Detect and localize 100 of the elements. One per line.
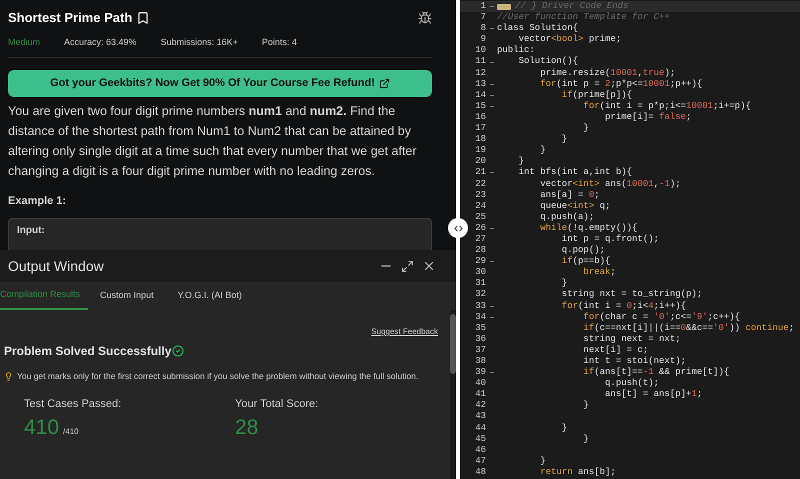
fold-marker-icon[interactable]	[490, 372, 494, 374]
code-line: string next = nxt;	[582, 334, 681, 345]
code-line: for(int i = p*p;i<=10001;i+=p){	[582, 100, 751, 112]
code-line: ans[t] = ans[p]+1;	[604, 389, 702, 400]
code-line: prime[i]= false;	[604, 112, 692, 124]
stat-label: Your Total Score:	[235, 397, 320, 412]
line-number: 7	[480, 12, 486, 24]
line-number: 10	[474, 45, 486, 56]
check-circle-icon	[172, 345, 184, 357]
problem-stat: Submissions: 16K+	[160, 36, 238, 48]
line-number: 14	[474, 90, 486, 101]
code-line: //User function Template for C++	[497, 12, 670, 24]
code-line: vector<bool> prime;	[518, 34, 622, 46]
line-number: 34	[474, 312, 486, 323]
line-number: 47	[474, 456, 486, 467]
fold-marker-icon[interactable]	[490, 28, 494, 30]
line-number: 16	[474, 112, 486, 124]
code-line: return ans[b];	[539, 466, 616, 478]
code-line: }	[539, 456, 546, 467]
line-number: 31	[474, 278, 486, 290]
stat-value: 28	[235, 416, 258, 438]
line-number: 19	[474, 145, 486, 156]
suggest-feedback-link[interactable]: Suggest Feedback	[371, 326, 438, 338]
output-tab[interactable]: Custom Input	[88, 282, 166, 310]
output-tab[interactable]: Compilation Results	[0, 282, 88, 310]
bug-icon[interactable]	[418, 10, 432, 25]
line-number: 22	[474, 178, 486, 190]
line-number: 44	[474, 422, 486, 434]
code-line: }	[518, 156, 524, 168]
line-number: 13	[474, 78, 486, 90]
line-number: 43	[474, 411, 486, 423]
line-number: 11	[474, 56, 486, 68]
line-number: 36	[474, 334, 486, 345]
line-number: 28	[474, 245, 486, 256]
code-line: Solution(){	[518, 56, 578, 68]
problem-stat: Points: 4	[262, 36, 297, 48]
external-link-icon	[378, 78, 390, 89]
line-number: 41	[474, 389, 486, 400]
code-line: for(int i = 0;i<4;i++){	[560, 300, 686, 312]
code-line: ans[a] = 0;	[539, 190, 600, 201]
line-number: 35	[474, 322, 486, 334]
code-line: // } Driver Code Ends	[515, 1, 628, 12]
line-number: 40	[474, 378, 486, 390]
fold-marker-icon[interactable]	[490, 94, 494, 96]
difficulty-label: Medium	[8, 36, 40, 48]
code-line: queue<int> q;	[539, 200, 610, 212]
resize-handle[interactable]	[448, 218, 468, 238]
bookmark-icon[interactable]	[136, 10, 150, 25]
scrollbar-thumb[interactable]	[450, 314, 456, 374]
code-line: }	[539, 145, 546, 156]
code-line: if(c==nxt[i]||(i==0&&c=='0')) continue;	[582, 322, 794, 334]
code-line: int p = q.front();	[560, 234, 660, 246]
line-number: 46	[474, 444, 486, 456]
line-number: 25	[474, 212, 486, 223]
success-status: Problem Solved Successfully	[4, 343, 172, 360]
line-number: 24	[474, 200, 486, 212]
code-line: while(!q.empty()){	[539, 222, 638, 234]
code-line: q.push(a);	[539, 212, 594, 223]
line-number: 8	[480, 23, 486, 34]
line-number: 26	[474, 222, 486, 234]
line-number: 27	[474, 234, 486, 246]
code-line: public:	[497, 45, 535, 56]
stat-value: 410	[24, 416, 60, 438]
line-number: 39	[474, 367, 486, 378]
code-line: }	[582, 400, 589, 412]
fold-marker-icon[interactable]	[490, 106, 494, 107]
output-tab[interactable]: Y.O.G.I. (AI Bot)	[166, 282, 254, 310]
example-input-label: Input:	[17, 224, 45, 236]
code-line: }	[560, 134, 568, 146]
code-line: for(int p = 2;p*p<=10001;p++){	[539, 78, 702, 90]
code-line: int t = stoi(next);	[582, 356, 686, 368]
fold-marker-icon[interactable]	[490, 228, 494, 229]
code-line: q.pop();	[560, 245, 606, 256]
line-number: 21	[474, 167, 486, 178]
example-heading: Example 1:	[8, 194, 68, 209]
stat-total: /410	[63, 426, 79, 438]
code-editor[interactable]	[460, 0, 800, 479]
code-line: }	[582, 434, 589, 445]
code-line: }	[560, 422, 568, 434]
line-number: 48	[474, 466, 486, 478]
lightbulb-icon	[4, 372, 13, 382]
line-number: 23	[474, 190, 486, 201]
fold-marker-icon[interactable]	[490, 261, 494, 262]
refund-banner[interactable]: Got your Geekbits? Now Get 90% Of Your Course Fee Refund!	[8, 70, 432, 97]
expand-icon[interactable]	[401, 260, 414, 272]
line-number: 9	[480, 34, 486, 46]
output-window-title: Output Window	[8, 256, 104, 276]
line-number: 32	[474, 289, 486, 301]
code-line: vector<int> ans(10001,-1);	[539, 178, 681, 190]
code-line: if(p==b){	[560, 256, 610, 268]
stat-label: Test Cases Passed:	[24, 397, 122, 412]
problem-stat: Accuracy: 63.49%	[64, 36, 137, 49]
code-line: prime.resize(10001,true);	[539, 68, 676, 79]
line-number: 29	[474, 256, 486, 268]
line-number: 12	[474, 68, 486, 79]
problem-description: You are given two four digit prime numbers num1 and num2. Find the distance of the shortest path from Num1 to Num2 that can be attained by altering only single digit at a time such that every number that we get after changing a digit is a four digit prime number with no leading zeros.	[8, 103, 418, 180]
code-line: break;	[582, 267, 616, 278]
line-number: 42	[474, 400, 486, 412]
fold-marker-icon[interactable]	[490, 6, 494, 8]
close-icon[interactable]	[422, 259, 436, 273]
